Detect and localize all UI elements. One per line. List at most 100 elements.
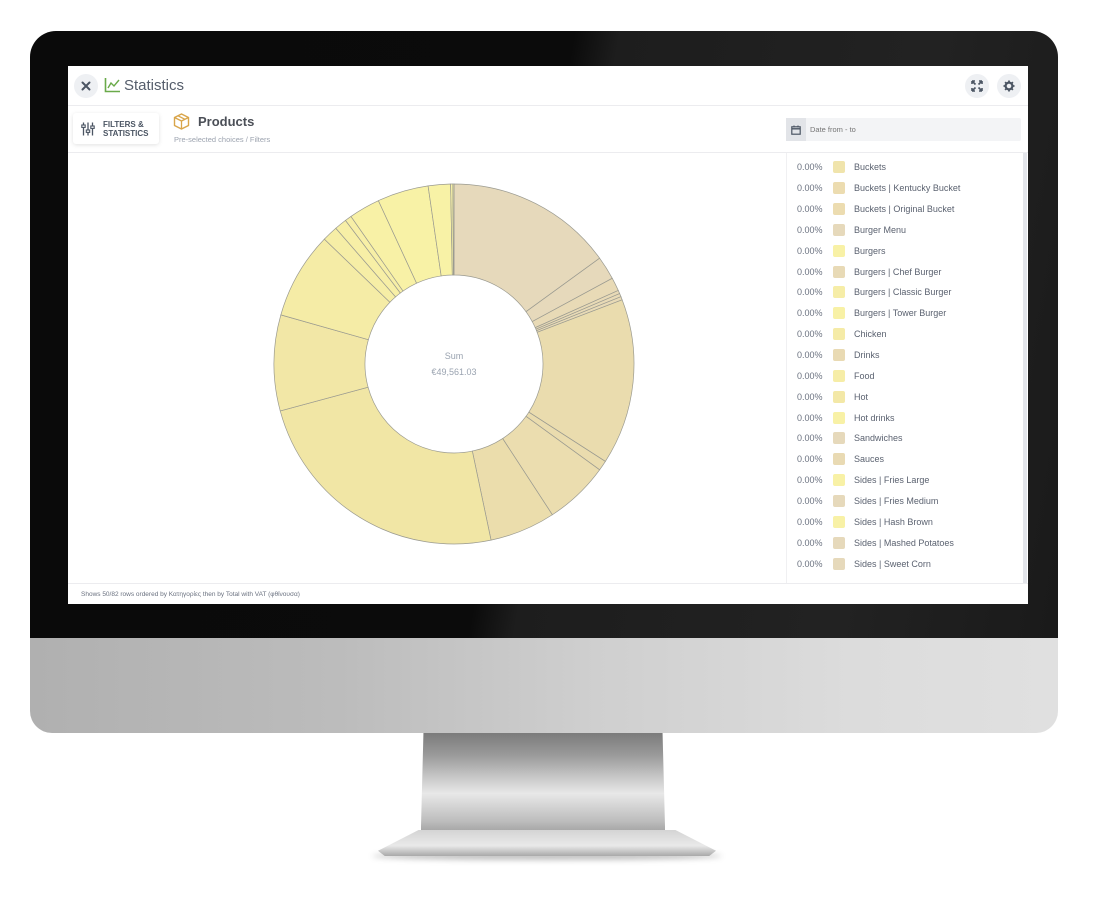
legend-label: Sides | Fries Medium — [854, 495, 939, 506]
legend-swatch — [833, 244, 845, 257]
filters-statistics-button[interactable]: FILTERS & STATISTICS — [73, 113, 159, 144]
legend-item[interactable]: 0.00% Buckets | Kentucky Bucket — [787, 178, 960, 199]
legend-item[interactable]: 0.00% Burgers — [787, 240, 886, 261]
window-header: Statistics — [68, 66, 1028, 106]
app-screen: Statistics FILTERS & STATISTICS Products… — [68, 66, 1028, 604]
legend-percent: 0.00% — [797, 391, 823, 402]
legend-label: Chicken — [854, 329, 887, 340]
expand-button[interactable] — [965, 74, 989, 98]
close-button[interactable] — [74, 74, 98, 98]
legend-percent: 0.00% — [797, 266, 823, 277]
legend-item[interactable]: 0.00% Burgers | Classic Burger — [787, 282, 951, 303]
legend-item[interactable]: 0.00% Sauces — [787, 449, 884, 470]
legend-swatch — [833, 557, 845, 570]
legend-item[interactable]: 0.00% Chicken — [787, 324, 887, 345]
gear-icon — [1003, 80, 1015, 92]
legend-swatch — [833, 161, 845, 174]
monitor-chin — [30, 638, 1058, 733]
legend-item[interactable]: 0.00% Burgers | Chef Burger — [787, 261, 941, 282]
legend-label: Burgers | Tower Burger — [854, 308, 947, 319]
legend-label: Sides | Sweet Corn — [854, 558, 931, 569]
legend-swatch — [833, 494, 845, 507]
legend-item[interactable]: 0.00% Sides | Mashed Potatoes — [787, 532, 954, 553]
legend-label: Buckets | Kentucky Bucket — [854, 183, 961, 194]
settings-button[interactable] — [997, 74, 1021, 98]
legend-percent: 0.00% — [797, 537, 823, 548]
window-title: Statistics — [124, 77, 185, 94]
legend-item[interactable]: 0.00% Burger Menu — [787, 220, 906, 241]
close-icon — [81, 81, 91, 91]
filters-label-line2: STATISTICS — [103, 128, 149, 138]
donut-slice[interactable] — [279, 386, 492, 545]
legend-item[interactable]: 0.00% Hot — [787, 386, 868, 407]
chart-legend: 0.00% Buckets 0.00% Buckets | Kentucky Buck… — [786, 153, 1027, 583]
legend-swatch — [833, 515, 845, 528]
legend-item[interactable]: 0.00% Sides | Hash Brown — [787, 511, 933, 532]
legend-percent: 0.00% — [797, 350, 823, 361]
legend-swatch — [833, 223, 845, 236]
legend-percent: 0.00% — [797, 287, 823, 298]
donut-center-label: Sum — [445, 351, 464, 361]
legend-percent: 0.00% — [797, 183, 823, 194]
donut-center-value: €49,561.03 — [431, 367, 476, 377]
legend-label: Burgers — [854, 245, 886, 256]
filters-label-line1: FILTERS & — [103, 119, 144, 129]
legend-label: Hot drinks — [854, 412, 895, 423]
legend-percent: 0.00% — [797, 495, 823, 506]
legend-label: Food — [854, 370, 875, 381]
legend-percent: 0.00% — [797, 516, 823, 527]
legend-percent: 0.00% — [797, 433, 823, 444]
legend-item[interactable]: 0.00% Drinks — [787, 345, 880, 366]
donut-slices — [273, 183, 635, 545]
date-range-field[interactable] — [786, 118, 1021, 141]
legend-scrollbar[interactable] — [1023, 153, 1027, 583]
legend-swatch — [833, 453, 845, 466]
legend-label: Sandwiches — [854, 433, 903, 444]
toolbar: FILTERS & STATISTICS Products Pre-select… — [68, 106, 1028, 153]
legend-percent: 0.00% — [797, 412, 823, 423]
legend-item[interactable]: 0.00% Buckets | Original Bucket — [787, 199, 954, 220]
legend-item[interactable]: 0.00% Hot drinks — [787, 407, 895, 428]
legend-swatch — [833, 182, 845, 195]
legend-swatch — [833, 328, 845, 341]
legend-percent: 0.00% — [797, 454, 823, 465]
legend-item[interactable]: 0.00% Sides | Fries Large — [787, 470, 929, 491]
legend-item[interactable]: 0.00% Sides | Fries Medium — [787, 491, 938, 512]
legend-label: Buckets | Original Bucket — [854, 204, 955, 215]
legend-swatch — [833, 203, 845, 216]
footer-status: Shows 50/82 rows ordered by Κατηγορίες t… — [81, 591, 300, 598]
legend-percent: 0.00% — [797, 558, 823, 569]
legend-percent: 0.00% — [797, 475, 823, 486]
legend-item[interactable]: 0.00% Sandwiches — [787, 428, 903, 449]
chart-area: Sum €49,561.03 — [68, 153, 786, 583]
donut-chart: Sum €49,561.03 — [273, 183, 635, 545]
section-title: Products — [198, 114, 255, 129]
legend-swatch — [833, 390, 845, 403]
legend-swatch — [833, 349, 845, 362]
line-chart-icon — [104, 78, 120, 93]
legend-percent: 0.00% — [797, 329, 823, 340]
legend-item[interactable]: 0.00% Food — [787, 366, 875, 387]
legend-label: Burgers | Classic Burger — [854, 287, 952, 298]
legend-percent: 0.00% — [797, 245, 823, 256]
legend-item[interactable]: 0.00% Buckets — [787, 157, 886, 178]
monitor-stand-foot — [378, 830, 716, 856]
legend-percent: 0.00% — [797, 370, 823, 381]
section-subtitle: Pre-selected choices / Filters — [174, 135, 271, 144]
legend-swatch — [833, 265, 845, 278]
legend-swatch — [833, 474, 845, 487]
donut-slice[interactable] — [452, 183, 455, 276]
date-range-input[interactable] — [806, 125, 1006, 134]
legend-label: Burgers | Chef Burger — [854, 266, 942, 277]
legend-label: Hot — [854, 391, 869, 402]
legend-label: Sides | Mashed Potatoes — [854, 537, 954, 548]
legend-label: Sauces — [854, 454, 885, 465]
legend-item[interactable]: 0.00% Burgers | Tower Burger — [787, 303, 946, 324]
legend-item[interactable]: 0.00% Sides | Sweet Corn — [787, 553, 931, 574]
legend-percent: 0.00% — [797, 308, 823, 319]
box-icon — [173, 113, 190, 130]
legend-percent: 0.00% — [797, 204, 823, 215]
sliders-icon — [81, 122, 95, 135]
date-icon-container — [786, 118, 806, 141]
expand-icon — [971, 80, 983, 92]
